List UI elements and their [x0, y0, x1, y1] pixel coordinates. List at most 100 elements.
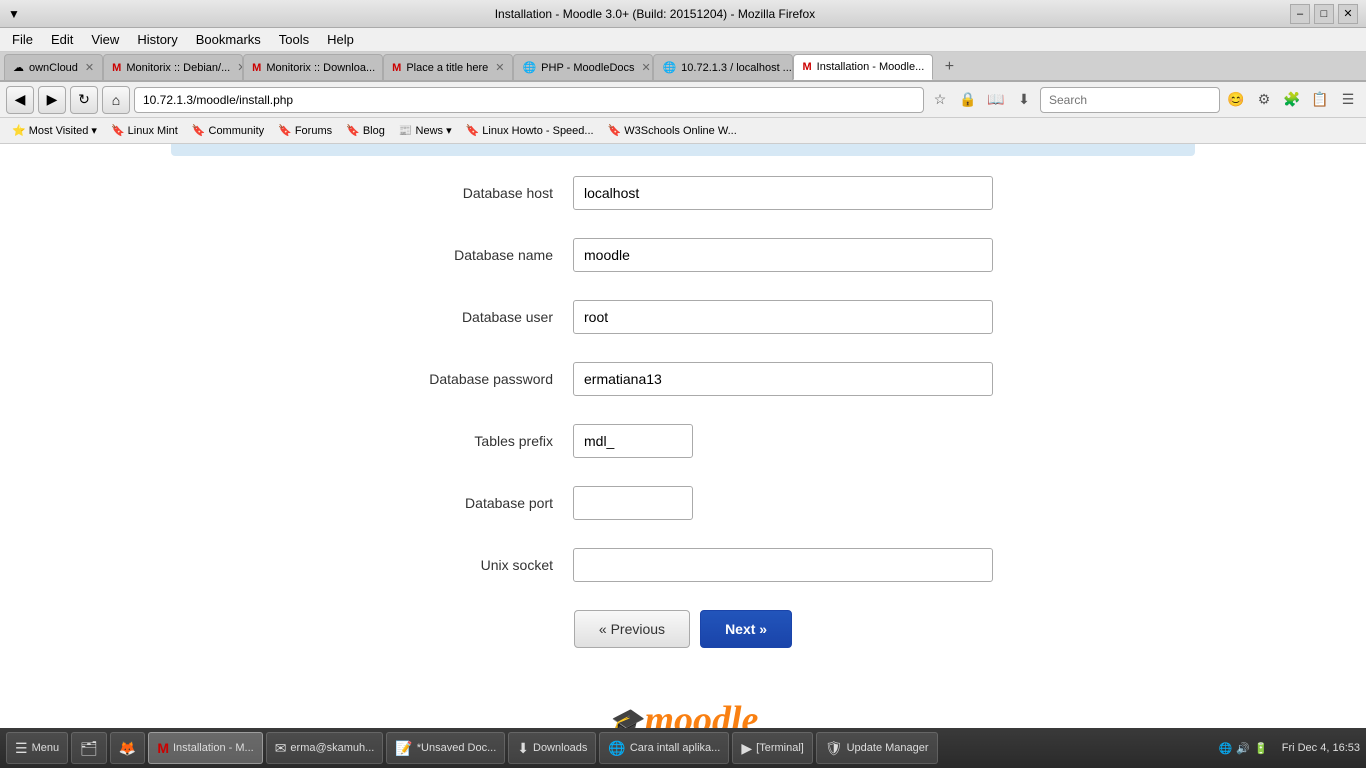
form-row-unix-socket: Unix socket — [373, 548, 993, 582]
taskbar-cara-intall[interactable]: 🌐 Cara intall aplika... — [599, 732, 729, 764]
tab-label: ownCloud — [29, 62, 78, 74]
addon-icon[interactable]: 🧩 — [1280, 88, 1304, 112]
bookmark-linux-howto[interactable]: 🔖 Linux Howto - Speed... — [460, 122, 600, 139]
menu-history[interactable]: History — [129, 30, 185, 49]
installation-icon: M — [157, 740, 169, 756]
input-tables-prefix[interactable] — [573, 424, 693, 458]
menu-view[interactable]: View — [83, 30, 127, 49]
refresh-button[interactable]: ↻ — [70, 86, 98, 114]
tab-close-icon[interactable]: ✕ — [931, 61, 933, 74]
reading-icon[interactable]: 📖 — [984, 88, 1008, 112]
tab-owncloud[interactable]: ☁ ownCloud ✕ — [4, 54, 103, 80]
bookmark-label: Blog — [363, 125, 385, 137]
input-db-host[interactable] — [573, 176, 993, 210]
bookmark-label: News — [416, 125, 444, 137]
minimize-button[interactable]: – — [1290, 4, 1310, 24]
menu-bookmarks[interactable]: Bookmarks — [188, 30, 269, 49]
header-band — [171, 144, 1196, 156]
label-db-port: Database port — [373, 495, 573, 511]
tab-close-icon[interactable]: ✕ — [642, 61, 651, 74]
sidebar-icon[interactable]: 📋 — [1308, 88, 1332, 112]
bookmark-star-icon[interactable]: ☆ — [928, 88, 952, 112]
taskbar-unsaved-doc[interactable]: 📝 *Unsaved Doc... — [386, 732, 505, 764]
blog-icon: 🔖 — [346, 124, 360, 137]
bookmark-linux-mint[interactable]: 🔖 Linux Mint — [105, 122, 184, 139]
tab-monitorix2[interactable]: M Monitorix :: Downloa... ✕ — [243, 54, 383, 80]
new-tab-button[interactable]: + — [937, 54, 961, 80]
taskbar-installation-label: Installation - M... — [173, 742, 254, 754]
search-input[interactable] — [1040, 87, 1220, 113]
taskbar-downloads-label: Downloads — [533, 742, 587, 754]
tab-php-moodledocs[interactable]: 🌐 PHP - MoodleDocs ✕ — [513, 54, 653, 80]
menu-file[interactable]: File — [4, 30, 41, 49]
settings-icon[interactable]: ⚙ — [1252, 88, 1276, 112]
url-bar[interactable] — [134, 87, 924, 113]
tab-close-icon[interactable]: ✕ — [85, 61, 94, 74]
bookmark-community[interactable]: 🔖 Community — [186, 122, 270, 139]
bookmark-label: Community — [209, 125, 265, 137]
taskbar-update-manager[interactable]: 🛡 Update Manager — [816, 732, 938, 764]
input-db-port[interactable] — [573, 486, 693, 520]
menu-icon[interactable]: ☰ — [1336, 88, 1360, 112]
download-icon[interactable]: ⬇ — [1012, 88, 1036, 112]
community-icon: 🔖 — [192, 124, 206, 137]
label-db-name: Database name — [373, 247, 573, 263]
previous-button[interactable]: « Previous — [574, 610, 690, 648]
form-row-db-name: Database name — [373, 238, 993, 272]
tab-label: 10.72.1.3 / localhost ... — [681, 62, 792, 74]
tab-place-title[interactable]: M Place a title here ✕ — [383, 54, 513, 80]
input-db-name[interactable] — [573, 238, 993, 272]
dropdown-arrow-icon: ▾ — [91, 124, 97, 137]
label-db-pass: Database password — [373, 371, 573, 387]
home-button[interactable]: ⌂ — [102, 86, 130, 114]
next-button[interactable]: Next » — [700, 610, 792, 648]
bookmark-news[interactable]: 📰 News ▾ — [393, 122, 458, 139]
bookmark-w3schools[interactable]: 🔖 W3Schools Online W... — [602, 122, 743, 139]
monitorix1-tab-icon: M — [112, 62, 121, 74]
news-dropdown-icon: ▾ — [446, 124, 452, 137]
maximize-button[interactable]: □ — [1314, 4, 1334, 24]
terminal-icon: ▶ — [741, 740, 752, 757]
linux-howto-icon: 🔖 — [466, 124, 480, 137]
taskbar-terminal[interactable]: ▶ [Terminal] — [732, 732, 812, 764]
main-content: Database host Database name Database use… — [0, 144, 1366, 728]
menu-help[interactable]: Help — [319, 30, 362, 49]
sys-tray: 🌐 🔊 🔋 — [1211, 742, 1276, 755]
firefox-menu-icon[interactable]: ▼ — [8, 7, 20, 21]
tab-label: Monitorix :: Downloa... — [266, 62, 375, 74]
forward-button[interactable]: ▶ — [38, 86, 66, 114]
tab-10721[interactable]: 🌐 10.72.1.3 / localhost ... ✕ — [653, 54, 793, 80]
input-db-user[interactable] — [573, 300, 993, 334]
bookmark-most-visited[interactable]: ⭐ Most Visited ▾ — [6, 122, 103, 139]
update-manager-icon: 🛡 — [825, 740, 843, 757]
input-unix-socket[interactable] — [573, 548, 993, 582]
menu-edit[interactable]: Edit — [43, 30, 81, 49]
taskbar-files[interactable]: 🗂 — [71, 732, 107, 764]
tab-label: Monitorix :: Debian/... — [126, 62, 230, 74]
secure-icon[interactable]: 🔒 — [956, 88, 980, 112]
taskbar-menu[interactable]: ☰ Menu — [6, 732, 68, 764]
php-docs-tab-icon: 🌐 — [522, 61, 536, 74]
doc-icon: 📝 — [395, 740, 412, 757]
back-button[interactable]: ◀ — [6, 86, 34, 114]
taskbar-downloads[interactable]: ⬇ Downloads — [508, 732, 596, 764]
tab-installation[interactable]: M Installation - Moodle... ✕ — [793, 54, 933, 80]
menu-bar: File Edit View History Bookmarks Tools H… — [0, 28, 1366, 52]
menu-tools[interactable]: Tools — [271, 30, 317, 49]
taskbar-email[interactable]: ✉ erma@skamuh... — [266, 732, 384, 764]
input-db-pass[interactable] — [573, 362, 993, 396]
taskbar-firefox-icon[interactable]: 🦊 — [110, 732, 145, 764]
taskbar-menu-label: Menu — [32, 742, 60, 754]
close-button[interactable]: ✕ — [1338, 4, 1358, 24]
person-icon[interactable]: 😊 — [1224, 88, 1248, 112]
titlebar-controls: – □ ✕ — [1290, 4, 1358, 24]
bookmark-forums[interactable]: 🔖 Forums — [272, 122, 338, 139]
tab-label: Place a title here — [406, 62, 488, 74]
taskbar: ☰ Menu 🗂 🦊 M Installation - M... ✉ erma@… — [0, 728, 1366, 768]
moodle-logo: 🎓moodle — [608, 700, 759, 728]
tab-close-icon[interactable]: ✕ — [495, 61, 504, 74]
bookmark-blog[interactable]: 🔖 Blog — [340, 122, 391, 139]
install-form: Database host Database name Database use… — [333, 156, 1033, 668]
tab-monitorix1[interactable]: M Monitorix :: Debian/... ✕ — [103, 54, 243, 80]
taskbar-installation[interactable]: M Installation - M... — [148, 732, 262, 764]
